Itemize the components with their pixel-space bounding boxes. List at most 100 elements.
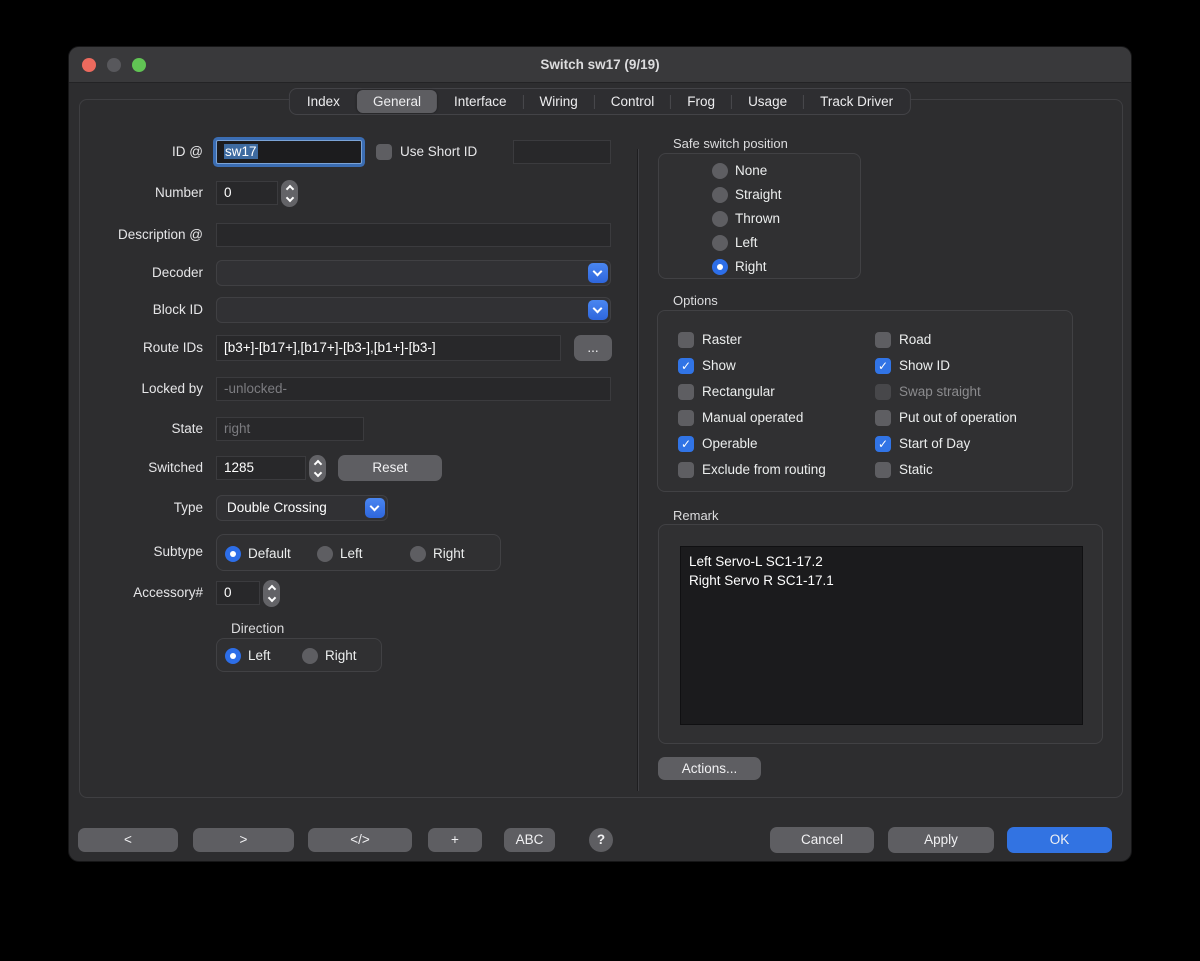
radio-label: Right: [735, 259, 767, 274]
radio-on-icon: [225, 648, 241, 664]
stepper-up-icon: [285, 185, 293, 193]
subtype-group: Default Left Right: [216, 534, 501, 571]
minimize-button[interactable]: [107, 58, 121, 72]
next-button[interactable]: >: [193, 828, 294, 852]
radio-on-icon: [225, 546, 241, 562]
prev-button[interactable]: <: [78, 828, 178, 852]
radio-label: Straight: [735, 187, 782, 202]
subtype-radio-left[interactable]: Left: [317, 545, 363, 562]
chevron-down-icon[interactable]: [588, 300, 608, 320]
number-input[interactable]: 0: [216, 181, 278, 205]
radio-label: Left: [340, 546, 363, 561]
decoder-combobox[interactable]: [216, 260, 611, 286]
zoom-window-button[interactable]: [132, 58, 146, 72]
tab-interface[interactable]: Interface: [438, 90, 523, 113]
radio-label: Thrown: [735, 211, 780, 226]
checkbox-disabled-icon: [875, 384, 891, 400]
radio-label: Right: [325, 648, 357, 663]
safe-switch-radio-none[interactable]: None: [712, 162, 782, 179]
direction-radio-left[interactable]: Left: [225, 647, 271, 664]
option-show-id[interactable]: Show ID: [875, 357, 950, 374]
route-ids-input[interactable]: [b3+]-[b17+],[b17+]-[b3-],[b1+]-[b3-]: [216, 335, 561, 361]
close-button[interactable]: [82, 58, 96, 72]
accessory-input[interactable]: 0: [216, 581, 260, 605]
checkbox-off-icon: [678, 462, 694, 478]
ok-button[interactable]: OK: [1007, 827, 1112, 853]
option-operable[interactable]: Operable: [678, 435, 758, 452]
state-label: State: [69, 417, 203, 441]
subtype-radio-right[interactable]: Right: [410, 545, 465, 562]
decoder-label: Decoder: [69, 261, 203, 285]
add-button[interactable]: +: [428, 828, 482, 852]
option-static[interactable]: Static: [875, 461, 933, 478]
radio-off-icon: [410, 546, 426, 562]
checkbox-label: Rectangular: [702, 384, 775, 399]
block-id-combobox[interactable]: [216, 297, 611, 323]
radio-label: None: [735, 163, 767, 178]
remark-label: Remark: [673, 508, 719, 523]
description-input[interactable]: [216, 223, 611, 247]
block-id-label: Block ID: [69, 298, 203, 322]
checkbox-label: Operable: [702, 436, 758, 451]
radio-off-icon: [317, 546, 333, 562]
option-raster[interactable]: Raster: [678, 331, 742, 348]
help-button[interactable]: ?: [589, 828, 613, 852]
option-show[interactable]: Show: [678, 357, 736, 374]
accessory-label: Accessory#: [69, 581, 203, 605]
stepper-down-icon: [267, 594, 275, 602]
option-rectangular[interactable]: Rectangular: [678, 383, 775, 400]
safe-switch-radio-left[interactable]: Left: [712, 234, 782, 251]
cancel-button[interactable]: Cancel: [770, 827, 874, 853]
short-id-input[interactable]: [513, 140, 611, 164]
checkbox-label: Road: [899, 332, 931, 347]
option-manual-operated[interactable]: Manual operated: [678, 409, 803, 426]
number-stepper[interactable]: [281, 180, 298, 207]
checkbox-off-icon: [678, 384, 694, 400]
id-input[interactable]: sw17: [216, 140, 362, 164]
switched-label: Switched: [69, 456, 203, 480]
tab-track-driver[interactable]: Track Driver: [804, 90, 909, 113]
id-label: ID @: [69, 140, 203, 164]
checkbox-on-icon: [678, 358, 694, 374]
chevron-down-icon[interactable]: [588, 263, 608, 283]
remark-textarea[interactable]: Left Servo-L SC1-17.2 Right Servo R SC1-…: [680, 546, 1083, 725]
tab-index[interactable]: Index: [291, 90, 356, 113]
checkbox-label: Raster: [702, 332, 742, 347]
direction-radio-right[interactable]: Right: [302, 647, 357, 664]
tab-usage[interactable]: Usage: [732, 90, 803, 113]
use-short-id-label: Use Short ID: [400, 140, 477, 164]
use-short-id-checkbox[interactable]: [376, 144, 392, 160]
window-title: Switch sw17 (9/19): [69, 47, 1131, 83]
reset-button[interactable]: Reset: [338, 455, 442, 481]
option-start-of-day[interactable]: Start of Day: [875, 435, 970, 452]
apply-button[interactable]: Apply: [888, 827, 994, 853]
tab-control[interactable]: Control: [595, 90, 671, 113]
option-put-out-of-operation[interactable]: Put out of operation: [875, 409, 1017, 426]
actions-button[interactable]: Actions...: [658, 757, 761, 780]
safe-switch-radio-right[interactable]: Right: [712, 258, 782, 275]
traffic-lights: [82, 58, 146, 72]
safe-switch-radio-thrown[interactable]: Thrown: [712, 210, 782, 227]
option-road[interactable]: Road: [875, 331, 931, 348]
route-ids-browse-button[interactable]: ...: [574, 335, 612, 361]
type-combobox[interactable]: Double Crossing: [216, 495, 388, 521]
title-bar: Switch sw17 (9/19): [69, 47, 1131, 83]
radio-label: Default: [248, 546, 291, 561]
switched-input[interactable]: 1285: [216, 456, 306, 480]
checkbox-label: Put out of operation: [899, 410, 1017, 425]
accessory-stepper[interactable]: [263, 580, 280, 607]
checkbox-label: Manual operated: [702, 410, 803, 425]
switched-stepper[interactable]: [309, 455, 326, 482]
tab-general[interactable]: General: [357, 90, 437, 113]
checkbox-on-icon: [875, 358, 891, 374]
safe-switch-radio-straight[interactable]: Straight: [712, 186, 782, 203]
tab-frog[interactable]: Frog: [671, 90, 731, 113]
option-exclude-from-routing[interactable]: Exclude from routing: [678, 461, 826, 478]
xml-button[interactable]: </>: [308, 828, 412, 852]
chevron-down-icon[interactable]: [365, 498, 385, 518]
option-swap-straight: Swap straight: [875, 383, 981, 400]
checkbox-off-icon: [678, 332, 694, 348]
abc-button[interactable]: ABC: [504, 828, 555, 852]
tab-wiring[interactable]: Wiring: [524, 90, 594, 113]
subtype-radio-default[interactable]: Default: [225, 545, 291, 562]
